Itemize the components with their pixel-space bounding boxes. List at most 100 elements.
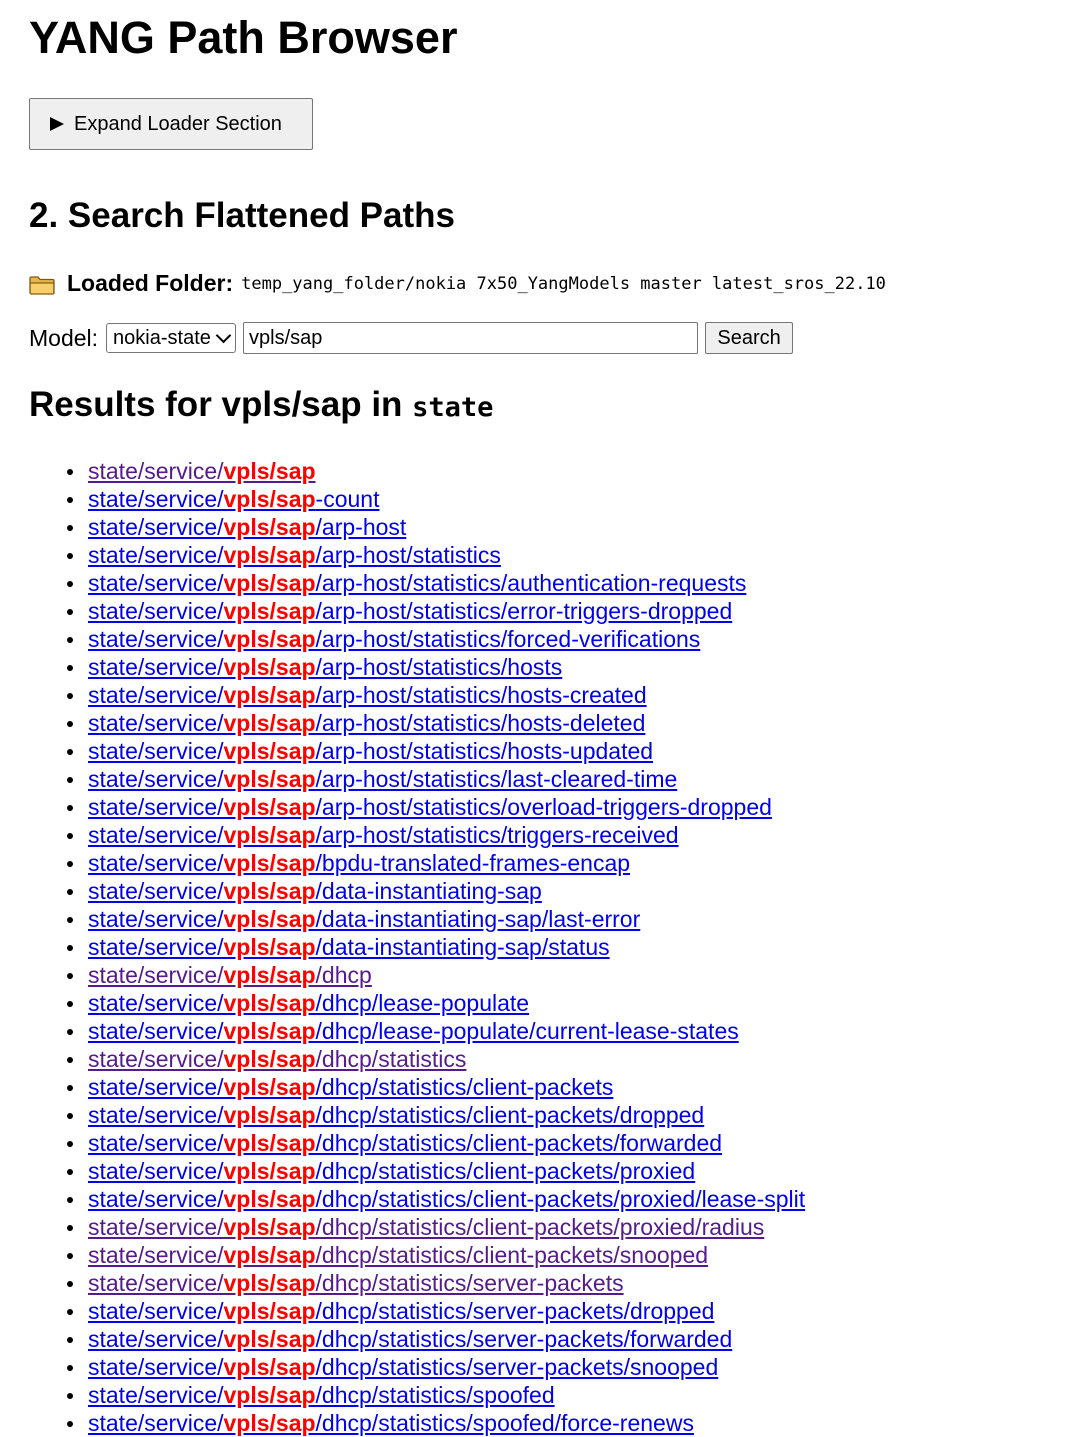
list-item: state/service/vpls/sap/arp-host/statisti… xyxy=(66,681,805,709)
list-item: state/service/vpls/sap/bpdu-translated-f… xyxy=(66,849,805,877)
list-item: state/service/vpls/sap/dhcp/lease-popula… xyxy=(66,989,805,1017)
result-match: vpls/sap xyxy=(223,822,316,848)
result-prefix: state/service/ xyxy=(88,458,224,484)
result-prefix: state/service/ xyxy=(88,766,224,792)
result-match: vpls/sap xyxy=(223,1298,316,1324)
result-link[interactable]: state/service/vpls/sap-count xyxy=(88,486,379,512)
result-link[interactable]: state/service/vpls/sap/arp-host/statisti… xyxy=(88,542,501,568)
list-item: state/service/vpls/sap/arp-host xyxy=(66,513,805,541)
list-item: state/service/vpls/sap/dhcp/statistics/c… xyxy=(66,1185,805,1213)
result-link[interactable]: state/service/vpls/sap/dhcp/statistics/s… xyxy=(88,1326,732,1352)
result-link[interactable]: state/service/vpls/sap/dhcp/lease-popula… xyxy=(88,990,529,1016)
result-link[interactable]: state/service/vpls/sap/dhcp/statistics/s… xyxy=(88,1298,714,1324)
result-link[interactable]: state/service/vpls/sap/dhcp/statistics/c… xyxy=(88,1214,764,1240)
result-link[interactable]: state/service/vpls/sap/arp-host/statisti… xyxy=(88,794,772,820)
search-input[interactable] xyxy=(243,322,699,354)
result-suffix: /arp-host/statistics/overload-triggers-d… xyxy=(315,794,772,820)
result-prefix: state/service/ xyxy=(88,1130,224,1156)
list-item: state/service/vpls/sap/arp-host/statisti… xyxy=(66,709,805,737)
result-link[interactable]: state/service/vpls/sap/dhcp/statistics/c… xyxy=(88,1158,695,1184)
result-match: vpls/sap xyxy=(223,1018,316,1044)
model-select[interactable]: nokia-state xyxy=(106,323,237,353)
result-link[interactable]: state/service/vpls/sap/bpdu-translated-f… xyxy=(88,850,630,876)
result-prefix: state/service/ xyxy=(88,962,224,988)
result-link[interactable]: state/service/vpls/sap/dhcp/statistics/c… xyxy=(88,1186,805,1212)
result-suffix: /dhcp/lease-populate/current-lease-state… xyxy=(315,1018,739,1044)
result-suffix: /dhcp/statistics/client-packets/proxied xyxy=(315,1158,696,1184)
expand-loader-label: Expand Loader Section xyxy=(74,112,282,135)
result-link[interactable]: state/service/vpls/sap/dhcp/statistics/c… xyxy=(88,1130,722,1156)
list-item: state/service/vpls/sap/arp-host/statisti… xyxy=(66,765,805,793)
result-prefix: state/service/ xyxy=(88,738,224,764)
search-button[interactable]: Search xyxy=(705,322,794,354)
result-suffix: /bpdu-translated-frames-encap xyxy=(315,850,631,876)
result-link[interactable]: state/service/vpls/sap/arp-host/statisti… xyxy=(88,570,746,596)
result-prefix: state/service/ xyxy=(88,906,224,932)
result-match: vpls/sap xyxy=(223,738,316,764)
result-match: vpls/sap xyxy=(223,1214,316,1240)
result-link[interactable]: state/service/vpls/sap/arp-host/statisti… xyxy=(88,710,645,736)
result-prefix: state/service/ xyxy=(88,822,224,848)
result-prefix: state/service/ xyxy=(88,1074,224,1100)
result-link[interactable]: state/service/vpls/sap/arp-host/statisti… xyxy=(88,598,732,624)
result-link[interactable]: state/service/vpls/sap/data-instantiatin… xyxy=(88,934,610,960)
result-link[interactable]: state/service/vpls/sap/arp-host/statisti… xyxy=(88,654,562,680)
result-match: vpls/sap xyxy=(223,1046,316,1072)
result-link[interactable]: state/service/vpls/sap/dhcp/statistics/c… xyxy=(88,1074,613,1100)
result-link[interactable]: state/service/vpls/sap/arp-host/statisti… xyxy=(88,682,647,708)
result-match: vpls/sap xyxy=(223,906,316,932)
result-suffix: /arp-host xyxy=(315,514,407,540)
result-match: vpls/sap xyxy=(223,486,316,512)
result-link[interactable]: state/service/vpls/sap/data-instantiatin… xyxy=(88,906,640,932)
result-suffix: /dhcp/statistics/server-packets/forwarde… xyxy=(315,1326,733,1352)
result-link[interactable]: state/service/vpls/sap/arp-host/statisti… xyxy=(88,738,653,764)
result-match: vpls/sap xyxy=(223,654,316,680)
result-prefix: state/service/ xyxy=(88,1382,224,1408)
result-prefix: state/service/ xyxy=(88,1410,224,1436)
list-item: state/service/vpls/sap/arp-host/statisti… xyxy=(66,569,805,597)
result-link[interactable]: state/service/vpls/sap/dhcp/statistics/c… xyxy=(88,1242,708,1268)
results-heading-text: Results for vpls/sap in xyxy=(29,385,413,424)
list-item: state/service/vpls/sap/dhcp xyxy=(66,961,805,989)
result-prefix: state/service/ xyxy=(88,1046,224,1072)
result-match: vpls/sap xyxy=(223,458,316,484)
result-match: vpls/sap xyxy=(223,1130,316,1156)
result-link[interactable]: state/service/vpls/sap/data-instantiatin… xyxy=(88,878,542,904)
result-prefix: state/service/ xyxy=(88,1214,224,1240)
result-prefix: state/service/ xyxy=(88,682,224,708)
result-link[interactable]: state/service/vpls/sap/dhcp/statistics/c… xyxy=(88,1102,704,1128)
result-link[interactable]: state/service/vpls/sap/arp-host/statisti… xyxy=(88,766,677,792)
result-suffix: /arp-host/statistics/error-triggers-drop… xyxy=(315,598,733,624)
result-link[interactable]: state/service/vpls/sap/dhcp/statistics/s… xyxy=(88,1270,624,1296)
result-suffix: /dhcp/statistics xyxy=(315,1046,467,1072)
result-link[interactable]: state/service/vpls/sap xyxy=(88,458,316,484)
result-link[interactable]: state/service/vpls/sap/dhcp/statistics/s… xyxy=(88,1354,718,1380)
result-match: vpls/sap xyxy=(223,570,316,596)
loaded-folder-line: Loaded Folder: temp_yang_folder/nokia 7x… xyxy=(29,270,886,297)
list-item: state/service/vpls/sap xyxy=(66,457,805,485)
result-prefix: state/service/ xyxy=(88,1186,224,1212)
list-item: state/service/vpls/sap/dhcp/statistics/s… xyxy=(66,1325,805,1353)
list-item: state/service/vpls/sap/arp-host/statisti… xyxy=(66,793,805,821)
result-match: vpls/sap xyxy=(223,1102,316,1128)
result-suffix: /data-instantiating-sap xyxy=(315,878,542,904)
result-link[interactable]: state/service/vpls/sap/arp-host/statisti… xyxy=(88,822,679,848)
result-match: vpls/sap xyxy=(223,626,316,652)
result-prefix: state/service/ xyxy=(88,570,224,596)
result-match: vpls/sap xyxy=(223,514,316,540)
page-title: YANG Path Browser xyxy=(29,12,458,63)
list-item: state/service/vpls/sap/data-instantiatin… xyxy=(66,933,805,961)
list-item: state/service/vpls/sap/data-instantiatin… xyxy=(66,905,805,933)
result-link[interactable]: state/service/vpls/sap/dhcp/statistics/s… xyxy=(88,1382,555,1408)
result-link[interactable]: state/service/vpls/sap/arp-host xyxy=(88,514,406,540)
result-match: vpls/sap xyxy=(223,1382,316,1408)
result-link[interactable]: state/service/vpls/sap/arp-host/statisti… xyxy=(88,626,700,652)
list-item: state/service/vpls/sap/data-instantiatin… xyxy=(66,877,805,905)
result-link[interactable]: state/service/vpls/sap/dhcp/statistics/s… xyxy=(88,1410,694,1436)
result-link[interactable]: state/service/vpls/sap/dhcp xyxy=(88,962,372,988)
result-link[interactable]: state/service/vpls/sap/dhcp/statistics xyxy=(88,1046,466,1072)
result-link[interactable]: state/service/vpls/sap/dhcp/lease-popula… xyxy=(88,1018,739,1044)
result-prefix: state/service/ xyxy=(88,626,224,652)
model-label: Model: xyxy=(29,324,99,351)
expand-loader-button[interactable]: Expand Loader Section xyxy=(29,98,313,150)
